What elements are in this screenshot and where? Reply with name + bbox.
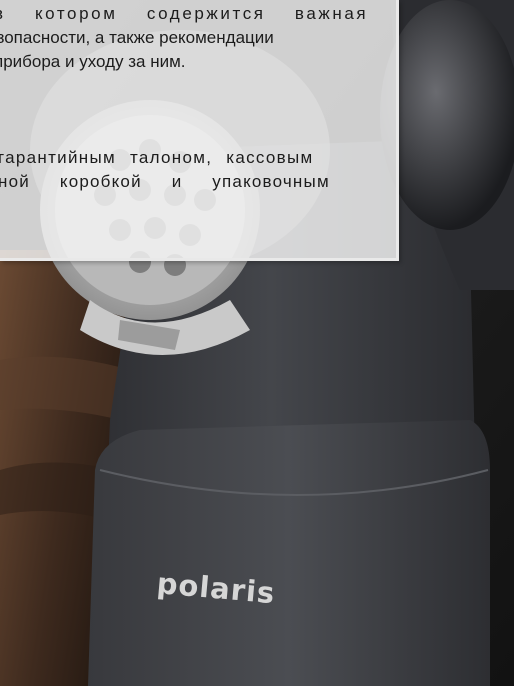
- instruction-line: гарантийным талоном, кассовым: [0, 148, 314, 167]
- instruction-line: прибора и уходу за ним.: [0, 52, 186, 71]
- instruction-paragraph-2: гарантийным талоном, кассовым ной коробк…: [0, 146, 330, 194]
- instruction-line: ной коробкой и упаковочным: [0, 172, 330, 191]
- instruction-line: безопасности, а также рекомендации: [0, 28, 274, 47]
- instruction-text-box: в котором содержится важная безопасности…: [0, 0, 399, 261]
- instruction-line: в котором содержится важная: [0, 4, 369, 23]
- instruction-paragraph-1: в котором содержится важная безопасности…: [0, 2, 368, 74]
